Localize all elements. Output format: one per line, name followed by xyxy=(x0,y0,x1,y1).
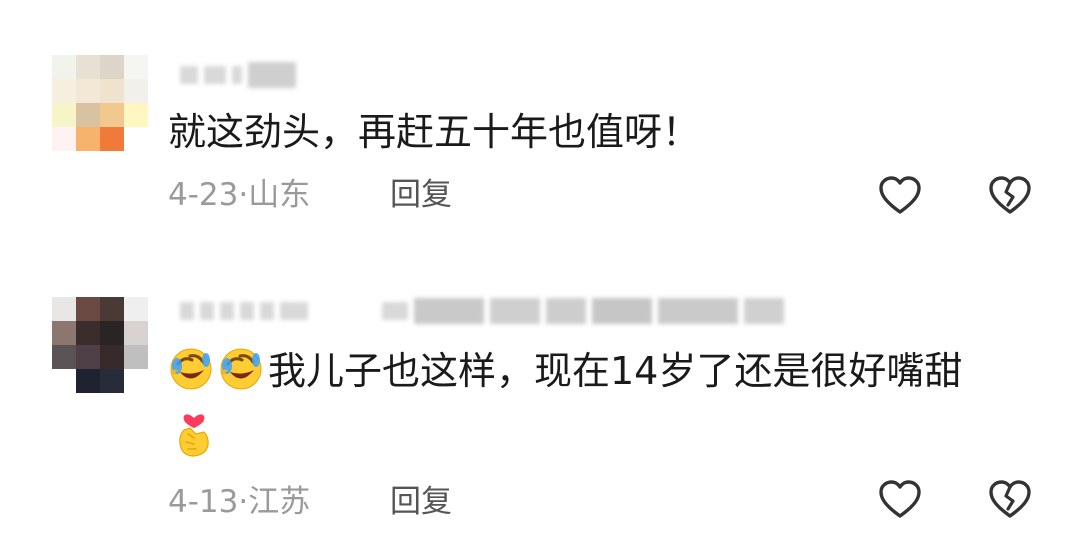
comment-item: 我儿子也这样，现在14岁了还是很好嘴甜 4-13·江苏 回复 xyxy=(0,280,1080,560)
comment-text-line: 我儿子也这样，现在14岁了还是很好嘴甜 xyxy=(168,346,962,395)
finger-heart-emoji xyxy=(179,414,209,457)
heart-outline-icon[interactable] xyxy=(876,476,924,524)
rolling-laughing-emoji xyxy=(170,348,212,390)
comment-date: 4-13 xyxy=(168,484,239,520)
heart-outline-icon[interactable] xyxy=(876,172,924,220)
comment-text: 就这劲头，再赶五十年也值呀！ xyxy=(168,110,701,154)
comment-meta: 4-23·山东 回复 xyxy=(168,175,452,215)
reply-button[interactable]: 回复 xyxy=(390,482,452,522)
meta-separator: · xyxy=(238,177,249,213)
comment-item: 就这劲头，再赶五十年也值呀！ 4-23·山东 回复 xyxy=(0,0,1080,250)
rolling-laughing-emoji xyxy=(220,348,262,390)
avatar[interactable] xyxy=(52,297,148,393)
username-blurred[interactable] xyxy=(180,296,784,326)
comment-meta: 4-13·江苏 回复 xyxy=(168,482,452,522)
broken-heart-icon[interactable] xyxy=(986,172,1034,220)
username-blurred[interactable] xyxy=(180,60,296,90)
reply-button[interactable]: 回复 xyxy=(390,175,452,215)
comment-text: 我儿子也这样，现在14岁了还是很好嘴甜 xyxy=(268,349,963,393)
broken-heart-icon[interactable] xyxy=(986,476,1034,524)
comment-location: 江苏 xyxy=(248,484,311,520)
comment-location: 山东 xyxy=(248,177,311,213)
meta-separator: · xyxy=(238,484,249,520)
avatar[interactable] xyxy=(52,55,148,151)
comment-date: 4-23 xyxy=(168,177,239,213)
